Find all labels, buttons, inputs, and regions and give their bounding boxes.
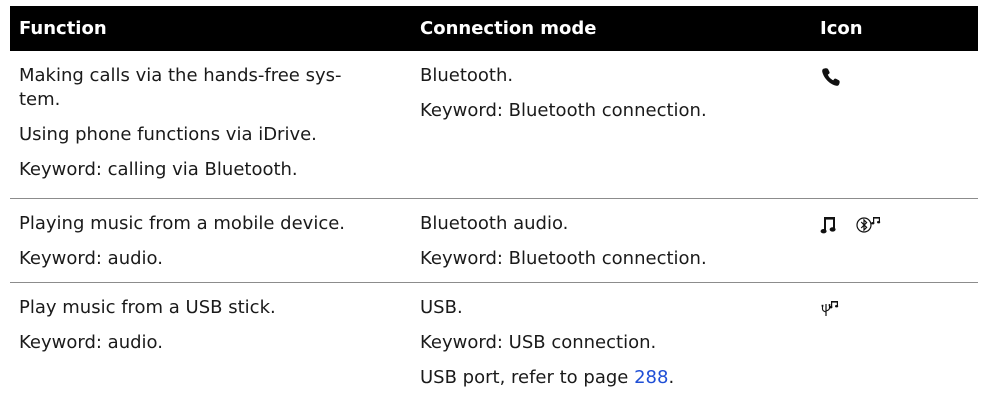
page-reference-text: USB port, refer to page <box>420 367 635 388</box>
function-text: Making calls via the hands-free sys-tem. <box>19 65 342 110</box>
page-link[interactable]: 288 <box>634 367 668 388</box>
connection-mode-keyword: Keyword: Bluetooth connection. <box>420 100 707 121</box>
function-cell: Making calls via the hands-free sys-tem.… <box>10 64 408 198</box>
connection-mode-cell: Bluetooth audio. Keyword: Bluetooth conn… <box>408 212 808 282</box>
connection-mode-cell: USB. Keyword: USB connection. USB port, … <box>408 296 808 401</box>
connection-mode-text: USB. <box>420 297 463 318</box>
function-keyword: Keyword: audio. <box>19 248 163 269</box>
music-note-icon <box>820 214 838 236</box>
connection-mode-text: Bluetooth audio. <box>420 213 569 234</box>
connection-mode-keyword: Keyword: USB connection. <box>420 332 657 353</box>
function-cell: Play music from a USB stick. Keyword: au… <box>10 296 408 401</box>
table-row: Play music from a USB stick. Keyword: au… <box>10 283 978 401</box>
function-text: Play music from a USB stick. <box>19 297 276 318</box>
table-row: Making calls via the hands-free sys-tem.… <box>10 51 978 199</box>
connection-mode-text: Bluetooth. <box>420 65 514 86</box>
usb-audio-icon <box>820 298 840 320</box>
table-row: Playing music from a mobile device. Keyw… <box>10 199 978 283</box>
table-header: Function Connection mode Icon <box>10 6 978 51</box>
bluetooth-audio-icon <box>856 214 882 236</box>
connection-mode-cell: Bluetooth. Keyword: Bluetooth connection… <box>408 64 808 198</box>
connection-mode-keyword: Keyword: Bluetooth connection. <box>420 248 707 269</box>
icon-cell <box>808 64 978 198</box>
connections-table: Function Connection mode Icon Making cal… <box>10 6 978 401</box>
icon-cell <box>808 212 978 282</box>
phone-handset-icon <box>820 66 842 88</box>
header-connection-mode: Connection mode <box>420 18 597 39</box>
icon-cell <box>808 296 978 401</box>
header-function: Function <box>19 18 107 39</box>
page-reference: USB port, refer to page 288. <box>420 366 808 390</box>
page-reference-suffix: . <box>668 367 675 388</box>
function-text: Using phone functions via iDrive. <box>19 124 317 145</box>
function-keyword: Keyword: audio. <box>19 332 163 353</box>
header-icon: Icon <box>820 18 863 39</box>
function-text: Playing music from a mobile device. <box>19 213 346 234</box>
function-cell: Playing music from a mobile device. Keyw… <box>10 212 408 282</box>
function-keyword: Keyword: calling via Bluetooth. <box>19 159 298 180</box>
